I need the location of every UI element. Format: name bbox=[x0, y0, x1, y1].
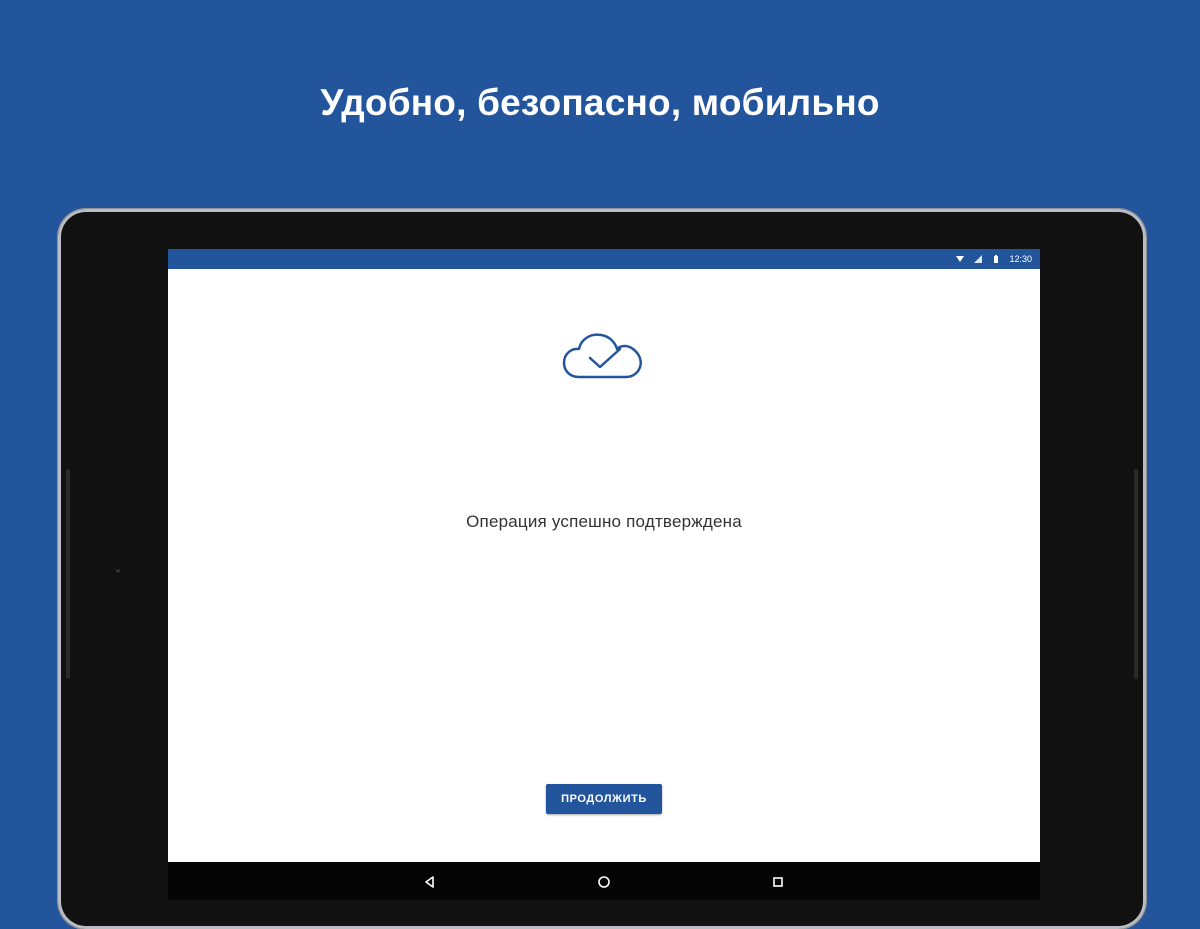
back-icon bbox=[425, 876, 434, 888]
recent-apps-button[interactable] bbox=[768, 872, 788, 892]
confirmation-message: Операция успешно подтверждена bbox=[466, 512, 742, 531]
status-time: 12:30 bbox=[1009, 254, 1032, 264]
cloud-check-icon bbox=[562, 333, 642, 379]
home-icon bbox=[598, 876, 610, 888]
tablet-left-side-button bbox=[66, 469, 70, 679]
home-button[interactable] bbox=[594, 872, 614, 892]
confirmation-screen: Операция успешно подтверждена ПРОДОЛЖИТЬ bbox=[168, 269, 1040, 862]
front-sensor: ᐡ bbox=[116, 568, 120, 579]
promo-headline: Удобно, безопасно, мобильно bbox=[320, 82, 880, 123]
battery-icon bbox=[991, 254, 1001, 264]
recent-apps-icon bbox=[773, 877, 783, 887]
continue-button[interactable]: ПРОДОЛЖИТЬ bbox=[546, 784, 662, 814]
status-bar: 12:30 bbox=[168, 249, 1040, 269]
back-button[interactable] bbox=[420, 872, 440, 892]
wifi-icon bbox=[955, 254, 965, 264]
tablet-screen: 12:30 Операция успешно подтверждена ПРОД… bbox=[168, 249, 1040, 900]
signal-icon bbox=[973, 254, 983, 264]
tablet-device: ᐡ 12:30 Операция успешно подтверждена ПР… bbox=[58, 209, 1146, 929]
navigation-bar bbox=[168, 862, 1040, 900]
tablet-right-side-button bbox=[1134, 469, 1138, 679]
